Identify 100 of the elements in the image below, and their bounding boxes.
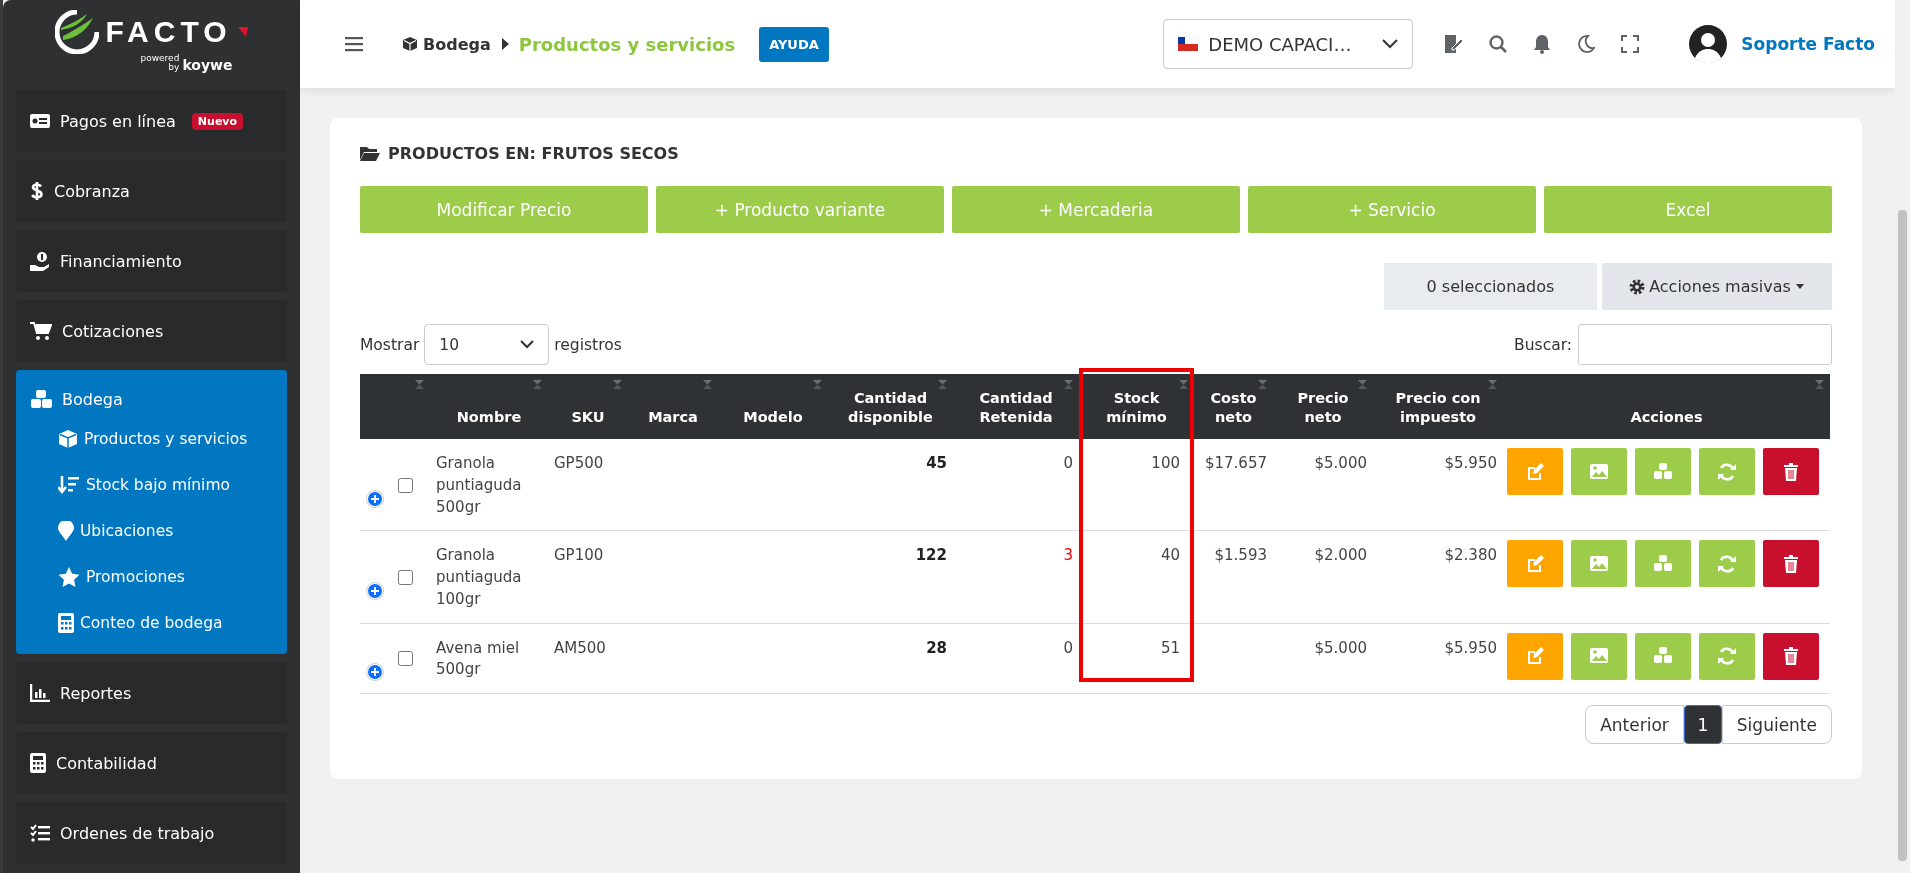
sidebar-subitem[interactable]: Promociones xyxy=(58,554,273,600)
dollar-icon xyxy=(30,181,44,201)
sidebar-subitem[interactable]: Ubicaciones xyxy=(58,508,273,554)
edit-icon xyxy=(1525,461,1545,482)
cube-icon xyxy=(403,37,417,51)
table-cell: 122 xyxy=(828,530,953,623)
sort-icon xyxy=(1488,380,1497,389)
delete-button[interactable] xyxy=(1763,448,1819,495)
sync-button[interactable] xyxy=(1699,632,1755,680)
brand-logo-text: FACTO xyxy=(105,15,232,49)
help-button[interactable]: AYUDA xyxy=(759,26,829,62)
sidebar-item[interactable]: Reportes xyxy=(16,662,287,724)
fullscreen-icon xyxy=(1621,35,1640,53)
column-header[interactable]: Acciones xyxy=(1503,374,1830,439)
map-pin-icon xyxy=(58,521,74,541)
edit-icon xyxy=(1525,646,1545,666)
column-header[interactable]: Marca xyxy=(628,374,718,439)
column-header[interactable]: Precio neto xyxy=(1273,374,1373,439)
previous-page-button[interactable]: Anterior xyxy=(1585,705,1684,744)
sidebar-item[interactable]: Ordenes de trabajo xyxy=(16,802,287,864)
row-checkbox[interactable] xyxy=(398,569,413,585)
sort-icon xyxy=(1179,380,1188,389)
sort-icon xyxy=(1815,380,1824,389)
expand-row-icon[interactable] xyxy=(366,581,384,600)
column-header[interactable]: Modelo xyxy=(718,374,828,439)
table-cell: GP100 xyxy=(548,530,628,623)
edit-icon xyxy=(1525,553,1545,574)
expand-row-icon[interactable] xyxy=(366,663,384,682)
stock-button[interactable] xyxy=(1635,448,1691,495)
table-cell: 0 xyxy=(953,623,1079,694)
company-select[interactable]: DEMO CAPACI… xyxy=(1163,19,1414,69)
sort-icon xyxy=(1064,380,1073,389)
user-name[interactable]: Soporte Facto xyxy=(1741,34,1875,54)
sidebar-item[interactable]: Contabilidad xyxy=(16,732,287,794)
table-cell: $5.000 xyxy=(1273,439,1373,531)
stock-button[interactable] xyxy=(1635,632,1691,680)
table-cell: 3 xyxy=(953,530,1079,623)
gear-icon xyxy=(1629,278,1646,295)
column-header[interactable]: Costo neto xyxy=(1194,374,1273,439)
boxes-icon xyxy=(30,389,52,409)
table-cell: Granola puntiaguda 500gr xyxy=(430,439,548,531)
moon-icon xyxy=(1577,35,1596,53)
page-button[interactable]: 1 xyxy=(1683,705,1722,744)
table-cell: 51 xyxy=(1079,623,1194,694)
caret-down-icon xyxy=(1794,283,1805,290)
delete-button[interactable] xyxy=(1763,632,1819,680)
column-header[interactable]: Cantidad disponible xyxy=(828,374,953,439)
sync-button[interactable] xyxy=(1699,540,1755,588)
sync-button[interactable] xyxy=(1699,448,1755,495)
column-header[interactable]: SKU xyxy=(548,374,628,439)
signature-doc-icon xyxy=(1443,34,1464,54)
image-button[interactable] xyxy=(1571,540,1627,588)
row-checkbox[interactable] xyxy=(398,477,413,493)
column-header[interactable]: Precio con impuesto xyxy=(1373,374,1503,439)
sidebar-subitem[interactable]: Productos y servicios xyxy=(58,416,273,462)
sort-icon xyxy=(938,380,947,389)
column-header[interactable]: Nombre xyxy=(430,374,548,439)
sidebar-item[interactable]: Cotizaciones xyxy=(16,300,287,362)
table-cell: AM500 xyxy=(548,623,628,694)
sidebar-item[interactable]: Financiamiento xyxy=(16,230,287,292)
selected-count: 0 seleccionados xyxy=(1384,263,1597,310)
page-size-select[interactable]: 10 xyxy=(424,324,550,365)
table-cell: $17.657 xyxy=(1194,439,1273,531)
stock-button[interactable] xyxy=(1635,540,1691,588)
next-page-button[interactable]: Siguiente xyxy=(1721,705,1832,744)
sidebar-item[interactable]: Bodega Productos y servicios Stock bajo mínimo Ubicaciones Promociones Conteo de bodega xyxy=(16,370,287,654)
sort-icon xyxy=(1258,380,1267,389)
image-button[interactable] xyxy=(1571,632,1627,680)
sync-icon xyxy=(1717,461,1737,482)
search-field[interactable] xyxy=(1578,324,1832,365)
sort-down-icon xyxy=(58,475,80,495)
new-badge: Nuevo xyxy=(191,112,244,130)
expand-row-icon[interactable] xyxy=(366,489,384,508)
flag-icon xyxy=(1178,37,1199,51)
table-cell: $2.380 xyxy=(1373,530,1503,623)
avatar-icon xyxy=(1689,25,1728,63)
bell-icon xyxy=(1533,34,1552,54)
breadcrumb-link[interactable]: Bodega xyxy=(403,34,491,54)
delete-icon xyxy=(1781,461,1801,482)
menu-icon xyxy=(345,36,363,52)
row-checkbox[interactable] xyxy=(398,651,413,667)
partner-logo-text: koywe xyxy=(182,58,233,72)
card-title: PRODUCTOS EN: FRUTOS SECOS xyxy=(388,143,679,163)
edit-button[interactable] xyxy=(1507,632,1563,680)
column-header[interactable] xyxy=(360,374,430,439)
sidebar-item[interactable]: Pagos en línea Nuevo xyxy=(16,90,287,152)
edit-button[interactable] xyxy=(1507,448,1563,495)
sidebar-item[interactable]: Cobranza xyxy=(16,160,287,222)
table-cell: 0 xyxy=(953,439,1079,531)
sidebar-subitem[interactable]: Conteo de bodega xyxy=(58,600,273,646)
delete-button[interactable] xyxy=(1763,540,1819,588)
image-button[interactable] xyxy=(1571,448,1627,495)
table-cell: GP500 xyxy=(548,439,628,531)
edit-button[interactable] xyxy=(1507,540,1563,588)
image-icon xyxy=(1589,646,1609,666)
sidebar-subitem[interactable]: Stock bajo mínimo xyxy=(58,462,273,508)
bulk-actions-dropdown[interactable]: Acciones masivas xyxy=(1602,263,1832,310)
column-header[interactable]: Cantidad Retenida xyxy=(953,374,1079,439)
checklist-icon xyxy=(30,824,50,842)
table-cell: $5.000 xyxy=(1273,623,1373,694)
